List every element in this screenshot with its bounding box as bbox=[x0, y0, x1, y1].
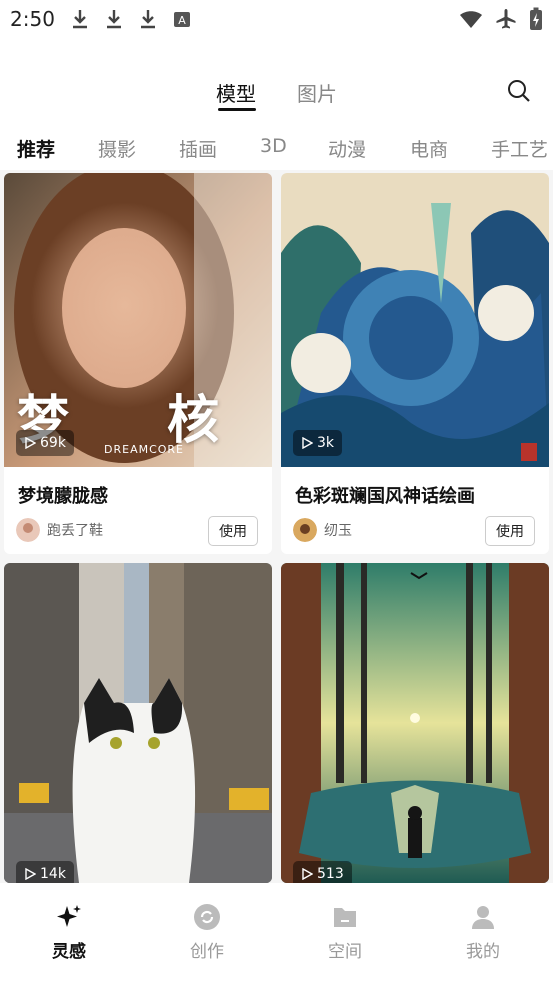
bottom-nav: 灵感 创作 空间 我的 bbox=[0, 883, 553, 983]
category-illustration[interactable]: 插画 bbox=[179, 135, 217, 162]
tab-images[interactable]: 图片 bbox=[297, 78, 337, 107]
model-card[interactable]: 3k 色彩斑斓国风神话绘画 纫玉 使用 bbox=[281, 173, 549, 554]
play-count-badge: 14k bbox=[16, 861, 74, 883]
svg-text:A: A bbox=[178, 14, 186, 27]
nav-label: 我的 bbox=[466, 942, 500, 962]
category-ecommerce[interactable]: 电商 bbox=[410, 135, 448, 162]
translate-icon: A bbox=[174, 12, 190, 27]
category-bar: 推荐 摄影 插画 3D 动漫 电商 手工艺 bbox=[0, 124, 553, 170]
category-recommended[interactable]: 推荐 bbox=[17, 135, 55, 162]
airplane-icon bbox=[496, 9, 516, 29]
author-row[interactable]: 跑丢了鞋 bbox=[16, 518, 103, 542]
status-time: 2:50 bbox=[10, 7, 55, 31]
model-card[interactable]: 513 bbox=[281, 563, 549, 883]
nav-create[interactable]: 创作 bbox=[162, 903, 252, 962]
tab-active-indicator bbox=[218, 108, 256, 111]
play-count: 14k bbox=[40, 866, 66, 882]
wifi-icon bbox=[460, 11, 482, 28]
header: 模型 图片 bbox=[0, 40, 553, 124]
nav-label: 创作 bbox=[190, 942, 224, 962]
avatar bbox=[16, 518, 40, 542]
model-thumbnail[interactable] bbox=[281, 173, 549, 467]
play-count-badge: 3k bbox=[293, 430, 343, 456]
download-icon bbox=[141, 10, 155, 29]
nav-label: 空间 bbox=[328, 942, 362, 962]
play-icon bbox=[25, 868, 36, 880]
avatar bbox=[293, 518, 317, 542]
sparkle-icon bbox=[57, 905, 81, 927]
play-icon bbox=[302, 868, 313, 880]
model-thumbnail[interactable] bbox=[4, 563, 272, 883]
status-bar: 2:50 A bbox=[0, 0, 553, 40]
play-icon bbox=[302, 437, 313, 449]
play-count: 513 bbox=[317, 866, 344, 882]
profile-icon bbox=[472, 906, 494, 929]
model-feed[interactable]: 梦 核 DREAMCORE 69k 梦境朦胧感 跑丢了鞋 使用 3k 色彩斑斓国… bbox=[0, 170, 553, 883]
model-card[interactable]: 14k bbox=[4, 563, 272, 883]
card-title: 色彩斑斓国风神话绘画 bbox=[295, 486, 475, 507]
nav-inspiration[interactable]: 灵感 bbox=[24, 903, 114, 962]
model-thumbnail[interactable] bbox=[281, 563, 549, 883]
download-icon bbox=[73, 10, 87, 29]
model-card[interactable]: 梦 核 DREAMCORE 69k 梦境朦胧感 跑丢了鞋 使用 bbox=[4, 173, 272, 554]
author-name: 跑丢了鞋 bbox=[47, 523, 103, 539]
play-icon bbox=[25, 437, 36, 449]
author-row[interactable]: 纫玉 bbox=[293, 518, 352, 542]
nav-profile[interactable]: 我的 bbox=[438, 903, 528, 962]
notification-icons: A bbox=[70, 8, 192, 30]
thumbnail-overlay-subtitle: DREAMCORE bbox=[104, 443, 185, 456]
category-photography[interactable]: 摄影 bbox=[98, 135, 136, 162]
battery-icon bbox=[530, 7, 542, 30]
play-count-badge: 69k bbox=[16, 430, 74, 456]
search-icon[interactable] bbox=[506, 78, 532, 104]
play-count: 3k bbox=[317, 435, 335, 451]
use-button[interactable]: 使用 bbox=[485, 516, 535, 546]
card-title: 梦境朦胧感 bbox=[18, 486, 108, 507]
create-icon bbox=[194, 904, 220, 930]
tab-models[interactable]: 模型 bbox=[216, 78, 256, 107]
category-3d[interactable]: 3D bbox=[260, 135, 287, 157]
nav-space[interactable]: 空间 bbox=[300, 903, 390, 962]
system-icons bbox=[459, 7, 543, 31]
author-name: 纫玉 bbox=[324, 523, 352, 539]
category-handicraft[interactable]: 手工艺 bbox=[491, 135, 548, 162]
download-icon bbox=[107, 10, 121, 29]
use-button[interactable]: 使用 bbox=[208, 516, 258, 546]
play-count-badge: 513 bbox=[293, 861, 352, 883]
play-count: 69k bbox=[40, 435, 66, 451]
category-anime[interactable]: 动漫 bbox=[328, 135, 366, 162]
nav-label: 灵感 bbox=[52, 942, 86, 962]
folder-icon bbox=[334, 908, 356, 927]
